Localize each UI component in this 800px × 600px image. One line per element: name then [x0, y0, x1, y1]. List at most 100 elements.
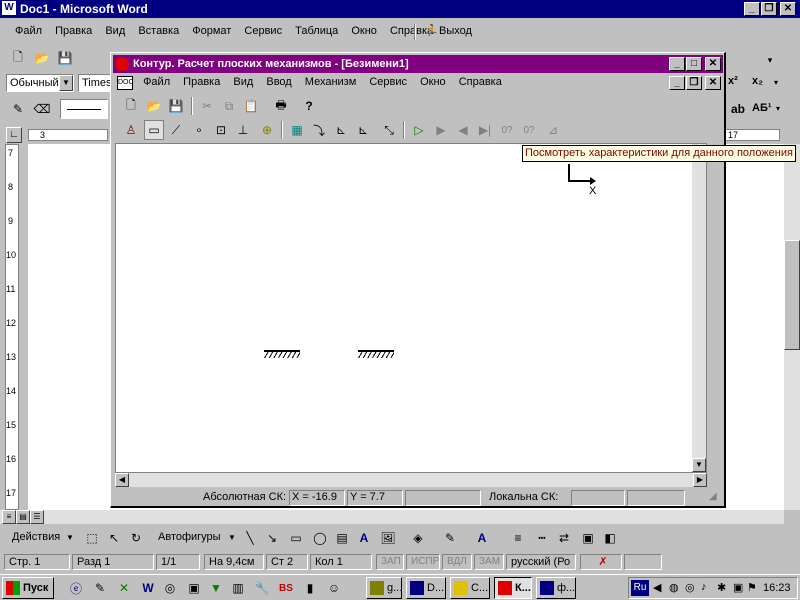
kontur-save-icon[interactable]: 💾	[166, 96, 186, 116]
spelling-status-icon[interactable]: ✗	[580, 554, 622, 570]
word-exit-button[interactable]: Выход	[434, 22, 477, 40]
volume-icon[interactable]: ◀	[653, 581, 661, 594]
link-person-icon[interactable]: ♙	[121, 120, 141, 140]
line-icon[interactable]: ╲	[240, 528, 260, 548]
status-ext[interactable]: ВДЛ	[442, 554, 472, 570]
line-style-icon[interactable]: ≡	[508, 528, 528, 548]
word-quicklaunch-icon[interactable]: W	[138, 578, 158, 598]
kontur-menu-input[interactable]: Ввод	[261, 73, 296, 91]
rotate-icon[interactable]: ↻	[126, 528, 146, 548]
word-menu-view[interactable]: Вид	[100, 22, 130, 40]
clipart-icon[interactable]: 🖼	[378, 528, 398, 548]
word-horizontal-scrollbar[interactable]: ≡ ▤ ☰	[0, 510, 784, 524]
canvas-vertical-scrollbar[interactable]: ▼	[692, 144, 706, 472]
dash-style-icon[interactable]: ┅	[532, 528, 552, 548]
mechanism-canvas[interactable]: X ▼	[115, 143, 707, 473]
autoshapes-dropdown-icon[interactable]: ▼	[228, 533, 236, 542]
pointer-icon[interactable]: ↖	[104, 528, 124, 548]
actions-dropdown-icon[interactable]: ▼	[66, 533, 74, 542]
toolbar-chevron-icon[interactable]: ▾	[760, 50, 780, 70]
word-menu-insert[interactable]: Вставка	[133, 22, 184, 40]
axes-icon[interactable]: ⊾	[331, 120, 351, 140]
autoshapes-button[interactable]: Автофигуры	[158, 531, 221, 543]
filter-quicklaunch-icon[interactable]: ▼	[206, 578, 226, 598]
snap-icon[interactable]: ⤵	[309, 120, 329, 140]
canvas-horizontal-scrollbar[interactable]: ◀ ▶	[115, 473, 707, 487]
font-color-icon[interactable]: A	[472, 528, 492, 548]
abc-button[interactable]: АБ¹	[752, 102, 772, 114]
word-menu-format[interactable]: Формат	[187, 22, 236, 40]
language-indicator[interactable]: Ru	[631, 580, 649, 596]
font-select[interactable]: Times	[78, 74, 112, 92]
toolbar-chevron-2-icon[interactable]: ▾	[774, 78, 778, 87]
kontur-menu-view[interactable]: Вид	[228, 73, 258, 91]
ground-tool-icon[interactable]: ▭	[144, 120, 164, 140]
word-menu-tools[interactable]: Сервис	[239, 22, 287, 40]
actions-button[interactable]: Действия	[12, 531, 60, 543]
style-dropdown-icon[interactable]: ▼	[59, 75, 73, 91]
local-axes-icon[interactable]: ⊾	[353, 120, 373, 140]
word-menu-edit[interactable]: Правка	[50, 22, 97, 40]
excel-quicklaunch-icon[interactable]: ✕	[114, 578, 134, 598]
kontur-doc-minimize-button[interactable]: _	[669, 76, 685, 90]
highlight-icon[interactable]: ab	[728, 99, 748, 119]
line-style-select[interactable]	[60, 99, 108, 119]
word-restore-button[interactable]: ❐	[761, 2, 777, 16]
taskbar-button[interactable]: D...	[406, 577, 446, 599]
word-menu-window[interactable]: Окно	[346, 22, 382, 40]
status-trk[interactable]: ИСПР	[406, 554, 440, 570]
ie-quicklaunch-icon[interactable]: ⓔ	[66, 578, 86, 598]
next-icon[interactable]: ▶|	[475, 120, 495, 140]
subscript-button[interactable]: x₂	[752, 75, 763, 87]
taskbar-button[interactable]: C...	[450, 577, 490, 599]
outlook-quicklaunch-icon[interactable]: ◎	[160, 578, 180, 598]
bar-tool-icon[interactable]: ⟋	[166, 120, 186, 140]
word-menu-table[interactable]: Таблица	[290, 22, 343, 40]
tray-tools-icon[interactable]: ✱	[717, 581, 726, 594]
bs-quicklaunch-icon[interactable]: BS	[276, 578, 296, 598]
kontur-menu-edit[interactable]: Правка	[178, 73, 225, 91]
canvas-scroll-left-button[interactable]: ◀	[115, 473, 129, 487]
ellipse-icon[interactable]: ◯	[310, 528, 330, 548]
wrench-quicklaunch-icon[interactable]: 🔧	[252, 578, 272, 598]
kontur-minimize-button[interactable]: _	[669, 57, 685, 71]
new-document-icon[interactable]: 🗋	[8, 48, 28, 68]
rectangle-icon[interactable]: ▭	[286, 528, 306, 548]
book-quicklaunch-icon[interactable]: ▮	[300, 578, 320, 598]
kontur-doc-close-button[interactable]: ✕	[705, 76, 721, 90]
word-menu-file[interactable]: Файл	[10, 22, 47, 40]
vertical-ruler[interactable]: 7 8 9 10 11 12 13 14 15 16 17	[0, 144, 26, 510]
word-close-button[interactable]: ✕	[780, 2, 796, 16]
canvas-scroll-down-button[interactable]: ▼	[692, 458, 706, 472]
shadow-icon[interactable]: ▣	[578, 528, 598, 548]
tray-monitor-icon[interactable]: ▣	[733, 581, 743, 594]
status-rec[interactable]: ЗАП	[376, 554, 404, 570]
taskbar-button-active[interactable]: К...	[494, 577, 532, 599]
outline-view-button[interactable]: ☰	[30, 510, 44, 524]
start-button[interactable]: Пуск	[2, 577, 54, 599]
kontur-menu-help[interactable]: Справка	[454, 73, 507, 91]
network-icon[interactable]: ◍	[669, 581, 679, 594]
kontur-open-icon[interactable]: 📂	[144, 96, 164, 116]
select-objects-icon[interactable]: ⬚	[82, 528, 102, 548]
canvas-scroll-right-button[interactable]: ▶	[693, 473, 707, 487]
kontur-menu-service[interactable]: Сервис	[364, 73, 412, 91]
paste-icon[interactable]: 📋	[241, 96, 261, 116]
kontur-menu-file[interactable]: Файл	[138, 73, 175, 91]
tab-selector[interactable]: ∟	[6, 127, 22, 143]
chart-quicklaunch-icon[interactable]: ▥	[228, 578, 248, 598]
superscript-button[interactable]: x²	[728, 75, 738, 87]
clock[interactable]: 16:23	[763, 582, 791, 594]
help-icon[interactable]: ?	[299, 96, 319, 116]
tray-sound-icon[interactable]: ♪	[701, 581, 707, 593]
pen-icon[interactable]: ✎	[8, 99, 28, 119]
wordart-icon[interactable]: A	[354, 528, 374, 548]
toolbar-chevron-3-icon[interactable]: ▾	[776, 104, 780, 113]
arrow-icon[interactable]: ↘	[262, 528, 282, 548]
kontur-doc-icon[interactable]: DOC	[117, 76, 134, 90]
layout-view-button[interactable]: ▤	[16, 510, 30, 524]
support-tool-icon[interactable]: ⊥	[233, 120, 253, 140]
word-minimize-button[interactable]: _	[744, 2, 760, 16]
graph-icon[interactable]: ⊿	[543, 120, 563, 140]
play-icon[interactable]: ▷	[409, 120, 429, 140]
